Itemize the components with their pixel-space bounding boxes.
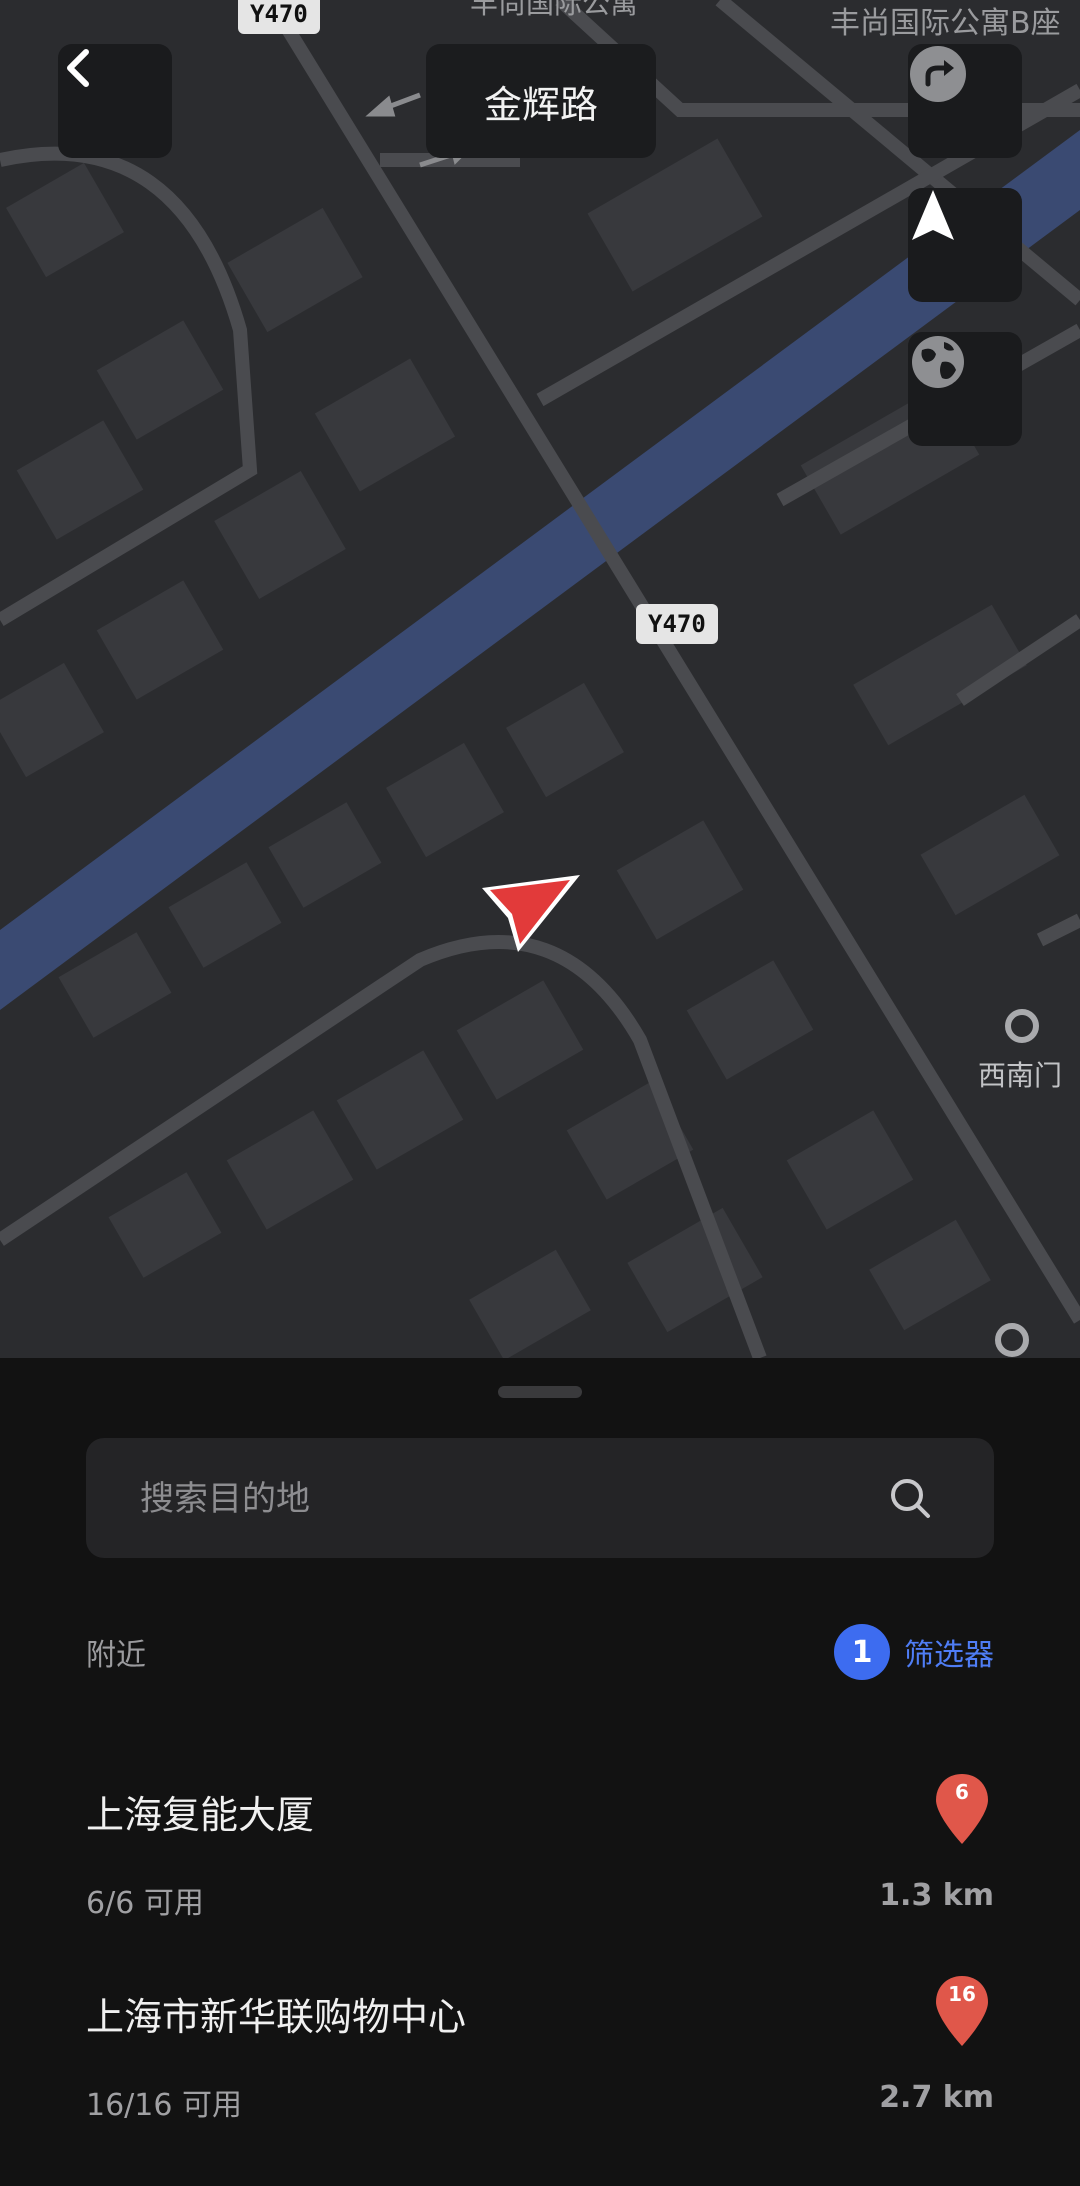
search-input[interactable] bbox=[138, 1438, 842, 1560]
place-distance: 1.3 km bbox=[879, 1878, 994, 1913]
search-box[interactable] bbox=[86, 1438, 994, 1560]
nearby-label: 附近 bbox=[86, 1638, 146, 1673]
search-icon[interactable] bbox=[888, 1476, 932, 1520]
map-view[interactable]: 丰尚国际公寓 丰尚国际公寓B座 Y470 Y470 西南门 金辉路 bbox=[0, 0, 1080, 1358]
back-button[interactable] bbox=[58, 44, 172, 158]
pin-count: 16 bbox=[948, 1982, 976, 2006]
globe-icon bbox=[912, 336, 964, 388]
place-distance: 2.7 km bbox=[879, 2080, 994, 2115]
map-label-top-right: 丰尚国际公寓B座 bbox=[830, 6, 1061, 41]
place-availability: 16/16 可用 bbox=[86, 2088, 242, 2123]
map-layer-button[interactable] bbox=[908, 332, 1022, 446]
filter-count-badge: 1 bbox=[834, 1624, 890, 1680]
map-pin-icon: 16 bbox=[934, 1974, 990, 2048]
list-item[interactable]: 上海市新华联购物中心 16 16/16 可用 2.7 km bbox=[0, 1976, 1080, 2186]
place-availability: 6/6 可用 bbox=[86, 1886, 204, 1921]
pin-count: 6 bbox=[955, 1780, 969, 1804]
list-item[interactable]: 上海复能大厦 6 6/6 可用 1.3 km bbox=[0, 1774, 1080, 1984]
locate-button[interactable] bbox=[908, 188, 1022, 302]
navigation-arrow-icon bbox=[912, 190, 954, 240]
map-label-top: 丰尚国际公寓 bbox=[470, 0, 639, 20]
share-button[interactable] bbox=[908, 44, 1022, 158]
share-arrow-icon bbox=[910, 46, 966, 102]
sheet-drag-handle[interactable] bbox=[498, 1386, 582, 1398]
filter-button[interactable]: 1 筛选器 bbox=[834, 1624, 994, 1680]
road-shield: Y470 bbox=[636, 604, 718, 644]
place-name: 上海复能大厦 bbox=[86, 1793, 315, 1837]
filter-label: 筛选器 bbox=[904, 1638, 994, 1673]
chevron-left-icon bbox=[67, 49, 89, 87]
road-name-chip: 金辉路 bbox=[426, 44, 656, 158]
poi-label: 西南门 bbox=[978, 1059, 1063, 1092]
road-shield: Y470 bbox=[238, 0, 320, 34]
bottom-sheet: 附近 1 筛选器 上海复能大厦 6 6/6 可用 1.3 km 上海市新华联购物… bbox=[0, 1358, 1080, 2124]
place-name: 上海市新华联购物中心 bbox=[86, 1995, 467, 2039]
map-pin-icon: 6 bbox=[934, 1772, 990, 1846]
